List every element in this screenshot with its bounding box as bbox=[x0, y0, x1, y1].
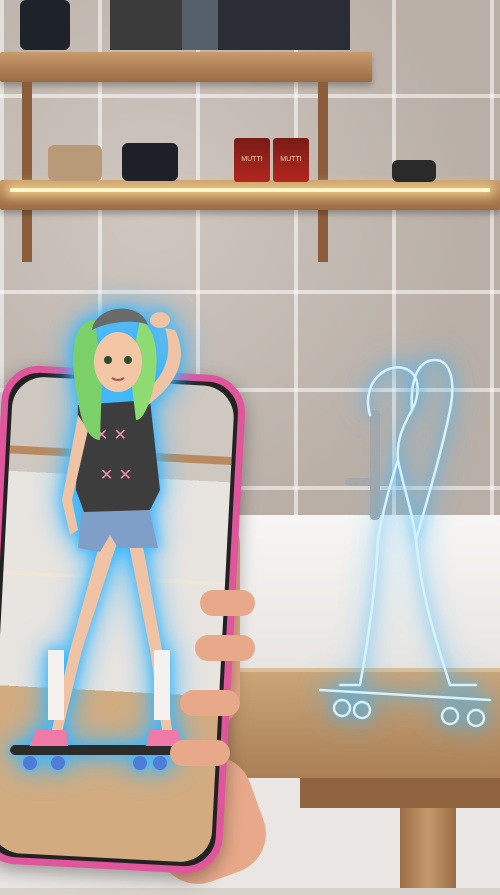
hologram-outline-figure bbox=[318, 358, 492, 728]
wooden-canister bbox=[48, 145, 102, 181]
tomato-can: MUTTI bbox=[234, 138, 270, 182]
finger bbox=[170, 740, 230, 766]
can-label: MUTTI bbox=[280, 156, 302, 163]
svg-text:✕ ✕: ✕ ✕ bbox=[100, 465, 132, 484]
finger bbox=[200, 590, 255, 616]
table-apron bbox=[300, 778, 500, 808]
shelf-bracket bbox=[318, 82, 328, 262]
ar-scene: MUTTI MUTTI ✕ ✕ ✕ ✕ bbox=[0, 0, 500, 895]
top-shelf bbox=[0, 52, 372, 82]
black-canister bbox=[122, 143, 178, 181]
lower-shelf bbox=[0, 180, 500, 210]
finger bbox=[195, 635, 255, 661]
led-strip bbox=[10, 188, 490, 192]
can-label: MUTTI bbox=[241, 156, 263, 163]
black-jar bbox=[20, 0, 70, 50]
shelf-bracket bbox=[22, 82, 32, 262]
finger bbox=[180, 690, 240, 716]
black-kettle bbox=[392, 160, 436, 182]
tomato-can: MUTTI bbox=[273, 138, 309, 182]
books bbox=[110, 0, 350, 50]
